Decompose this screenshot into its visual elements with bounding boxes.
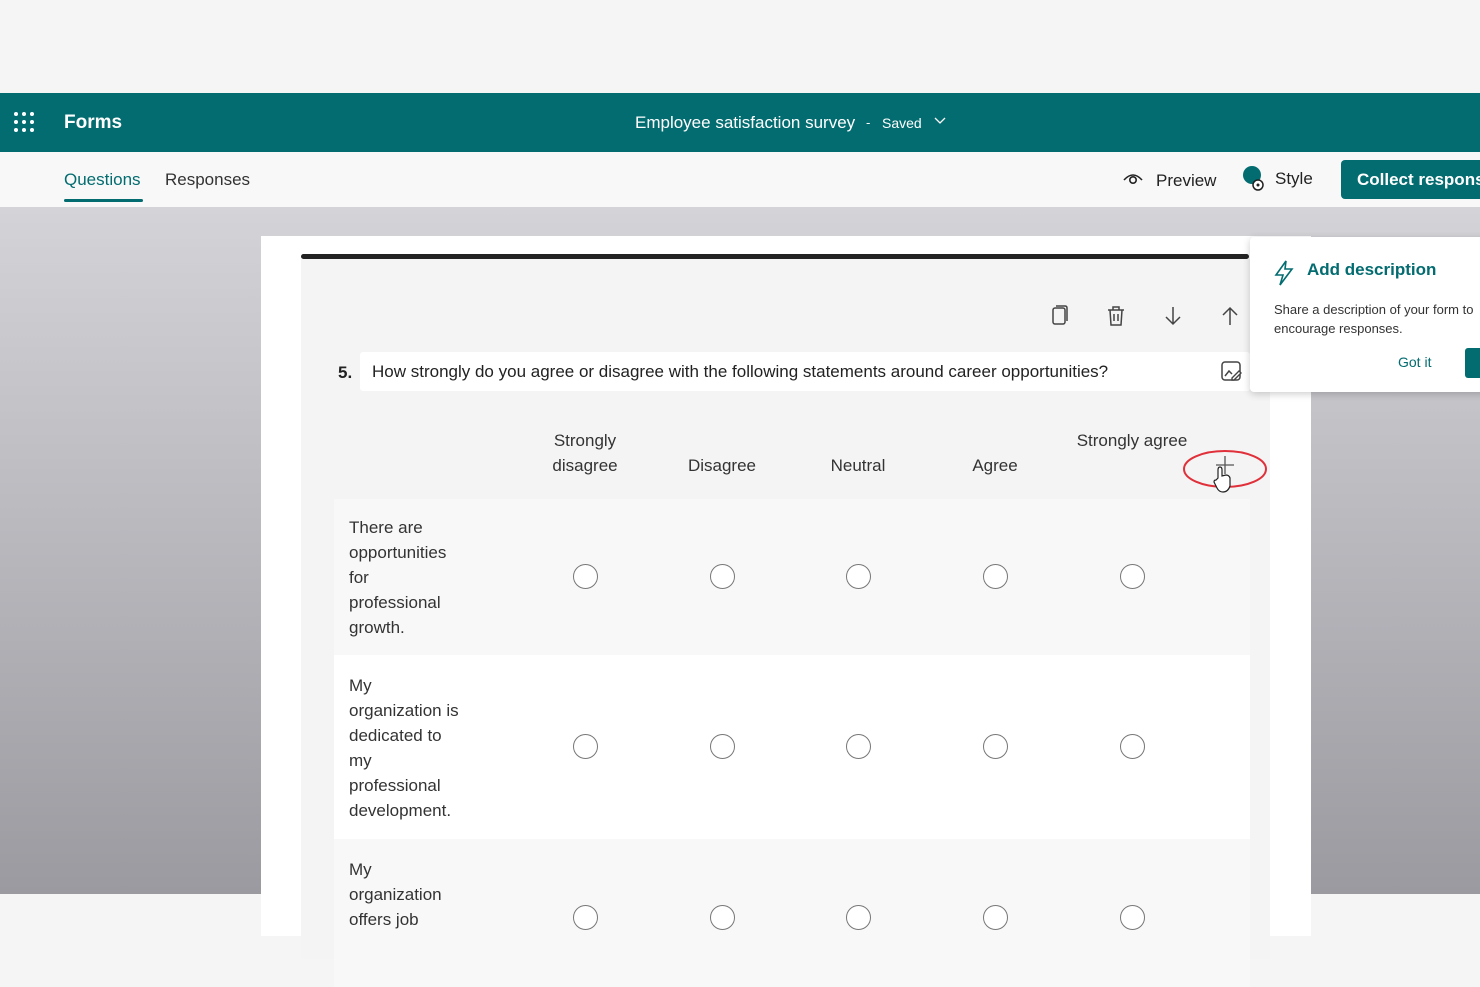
statement-label: My organization is dedicated to my profe… bbox=[349, 676, 459, 820]
form-page: 5. How strongly do you agree or disagree… bbox=[261, 236, 1311, 987]
insert-image-icon[interactable] bbox=[1219, 359, 1243, 383]
callout-primary-button[interactable] bbox=[1465, 348, 1480, 378]
radio-strongly-disagree[interactable] bbox=[573, 905, 598, 930]
radio-agree[interactable] bbox=[983, 905, 1008, 930]
preview-label: Preview bbox=[1156, 171, 1217, 190]
likert-row: My organization is dedicated to my profe… bbox=[334, 655, 1250, 839]
preview-button[interactable]: Preview bbox=[1122, 168, 1216, 194]
option-strongly-disagree[interactable]: Strongly disagree bbox=[525, 428, 645, 478]
tab-questions[interactable]: Questions bbox=[64, 170, 141, 190]
radio-strongly-disagree[interactable] bbox=[573, 564, 598, 589]
form-title[interactable]: Employee satisfaction survey bbox=[635, 113, 855, 133]
question-text: How strongly do you agree or disagree wi… bbox=[372, 362, 1109, 381]
radio-disagree[interactable] bbox=[710, 564, 735, 589]
statement-label: My organization offers job bbox=[349, 860, 442, 929]
form-top-bar bbox=[301, 254, 1249, 259]
collect-responses-button[interactable]: Collect responses bbox=[1341, 160, 1480, 199]
option-disagree[interactable]: Disagree bbox=[662, 453, 782, 478]
question-text-field[interactable]: How strongly do you agree or disagree wi… bbox=[360, 352, 1250, 391]
radio-disagree[interactable] bbox=[710, 734, 735, 759]
delete-icon[interactable] bbox=[1104, 304, 1128, 328]
copy-icon[interactable] bbox=[1047, 304, 1071, 328]
chevron-down-icon[interactable] bbox=[933, 113, 947, 130]
likert-row: There are opportunities for professional… bbox=[334, 499, 1250, 655]
active-tab-indicator bbox=[64, 199, 143, 202]
radio-strongly-agree[interactable] bbox=[1120, 905, 1145, 930]
callout-text-line: encourage responses. bbox=[1274, 321, 1403, 336]
command-bar: Questions Responses Preview Style Collec… bbox=[0, 152, 1480, 207]
question-number: 5. bbox=[338, 363, 353, 382]
likert-grid: Strongly disagree Disagree Neutral Agree… bbox=[334, 414, 1267, 987]
radio-neutral[interactable] bbox=[846, 905, 871, 930]
radio-neutral[interactable] bbox=[846, 564, 871, 589]
callout-title: Add description bbox=[1307, 260, 1437, 279]
statement-label: There are opportunities for professional… bbox=[349, 518, 447, 637]
style-label: Style bbox=[1275, 169, 1313, 188]
option-agree[interactable]: Agree bbox=[935, 453, 1055, 478]
question-card[interactable]: 5. How strongly do you agree or disagree… bbox=[301, 259, 1270, 987]
app-launcher-icon[interactable] bbox=[14, 112, 34, 132]
likert-header: Strongly disagree Disagree Neutral Agree… bbox=[334, 414, 1267, 499]
radio-neutral[interactable] bbox=[846, 734, 871, 759]
option-neutral[interactable]: Neutral bbox=[798, 453, 918, 478]
callout-text-line: Share a description of your form to bbox=[1274, 302, 1474, 317]
callout-text: Share a description of your form to enco… bbox=[1274, 300, 1480, 338]
title-separator: - bbox=[866, 115, 871, 130]
lightning-icon bbox=[1272, 259, 1296, 292]
got-it-button[interactable]: Got it bbox=[1398, 354, 1431, 370]
eye-icon bbox=[1122, 171, 1144, 192]
likert-row: My organization offers job bbox=[334, 839, 1250, 987]
option-strongly-agree[interactable]: Strongly agree bbox=[1072, 428, 1192, 453]
arrow-up-icon[interactable] bbox=[1218, 304, 1242, 328]
radio-disagree[interactable] bbox=[710, 905, 735, 930]
add-description-callout: Add description Share a description of y… bbox=[1250, 237, 1480, 392]
app-name[interactable]: Forms bbox=[64, 112, 122, 134]
radio-strongly-agree[interactable] bbox=[1120, 734, 1145, 759]
screen: Forms Employee satisfaction survey - Sav… bbox=[0, 0, 1480, 987]
radio-strongly-agree[interactable] bbox=[1120, 564, 1145, 589]
app-header: Forms Employee satisfaction survey - Sav… bbox=[0, 93, 1480, 152]
radio-agree[interactable] bbox=[983, 734, 1008, 759]
add-option-button[interactable] bbox=[1182, 448, 1268, 493]
tab-responses[interactable]: Responses bbox=[165, 170, 250, 190]
arrow-down-icon[interactable] bbox=[1161, 304, 1185, 328]
style-button[interactable]: Style bbox=[1241, 162, 1313, 196]
save-status: Saved bbox=[882, 115, 922, 131]
palette-icon bbox=[1241, 165, 1265, 193]
radio-agree[interactable] bbox=[983, 564, 1008, 589]
radio-strongly-disagree[interactable] bbox=[573, 734, 598, 759]
